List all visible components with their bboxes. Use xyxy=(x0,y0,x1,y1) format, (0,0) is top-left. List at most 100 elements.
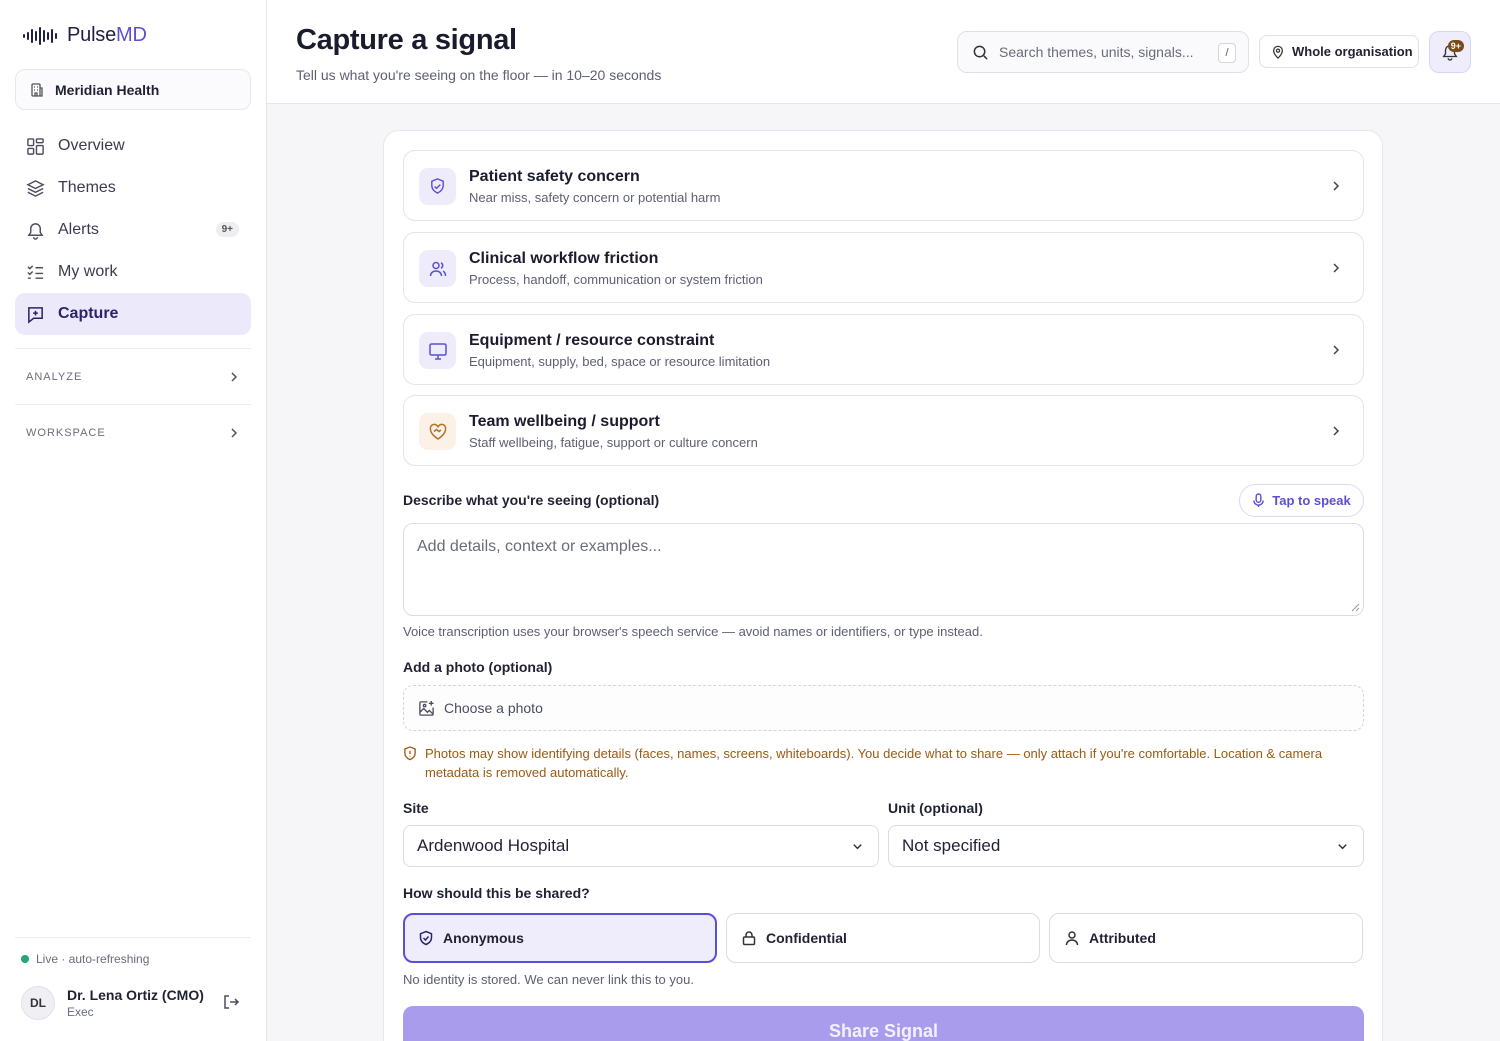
share-option-confidential[interactable]: Confidential xyxy=(726,913,1040,963)
chevron-right-icon xyxy=(231,371,238,382)
share-signal-button[interactable]: Share Signal xyxy=(403,1006,1364,1041)
share-option-label: Attributed xyxy=(1089,930,1156,946)
chevron-right-icon xyxy=(1333,263,1340,273)
unit-value: Not specified xyxy=(902,836,1001,855)
chevron-right-icon xyxy=(1333,181,1340,191)
site-select[interactable]: Ardenwood Hospital xyxy=(403,825,879,867)
sidebar-item-alerts[interactable]: Alerts 9+ xyxy=(15,209,251,251)
grid-icon xyxy=(27,137,44,155)
sidebar-item-label: Overview xyxy=(58,137,125,154)
describe-label: Describe what you're seeing (optional) xyxy=(403,492,660,508)
category-team-wellbeing[interactable]: Team wellbeing / support Staff wellbeing… xyxy=(403,395,1364,466)
live-status: Live · auto-refreshing xyxy=(15,937,251,966)
sidebar-item-my-work[interactable]: My work xyxy=(15,251,251,293)
choose-photo-label: Choose a photo xyxy=(444,700,543,716)
photo-privacy-warning: Photos may show identifying details (fac… xyxy=(403,744,1364,782)
sidebar-item-label: Capture xyxy=(58,305,119,322)
sidebar-section-workspace[interactable]: WORKSPACE xyxy=(15,404,251,460)
notifications-badge: 9+ xyxy=(1447,40,1464,52)
unit-label: Unit (optional) xyxy=(888,800,983,816)
user-profile[interactable]: DL Dr. Lena Ortiz (CMO) Exec xyxy=(21,983,246,1023)
scope-selector[interactable]: Whole organisation xyxy=(1259,35,1419,68)
chevron-down-icon xyxy=(1338,844,1347,850)
microphone-icon xyxy=(1253,493,1265,507)
user-icon xyxy=(1065,931,1079,946)
image-plus-icon xyxy=(419,700,434,716)
app-logo[interactable]: PulseMD xyxy=(22,24,147,47)
category-title: Team wellbeing / support xyxy=(469,413,660,430)
sidebar-item-themes[interactable]: Themes xyxy=(15,167,251,209)
category-equipment-constraint[interactable]: Equipment / resource constraint Equipmen… xyxy=(403,314,1364,385)
sidebar-section-analyze[interactable]: ANALYZE xyxy=(15,348,251,404)
section-label: WORKSPACE xyxy=(26,426,106,439)
organization-switcher[interactable]: Meridian Health xyxy=(15,69,251,110)
live-dot-icon xyxy=(21,955,29,963)
share-option-attributed[interactable]: Attributed xyxy=(1049,913,1363,963)
category-description: Near miss, safety concern or potential h… xyxy=(469,190,721,205)
tap-to-speak-label: Tap to speak xyxy=(1272,493,1351,508)
tap-to-speak-button[interactable]: Tap to speak xyxy=(1239,484,1364,517)
category-description: Staff wellbeing, fatigue, support or cul… xyxy=(469,435,758,450)
share-option-label: Anonymous xyxy=(443,930,524,946)
chevron-right-icon xyxy=(1333,426,1340,436)
sidebar-item-label: Alerts xyxy=(58,221,99,238)
category-icon-wrap xyxy=(419,413,456,450)
category-title: Equipment / resource constraint xyxy=(469,332,715,349)
share-hint: No identity is stored. We can never link… xyxy=(403,972,694,987)
category-description: Process, handoff, communication or syste… xyxy=(469,272,763,287)
capture-form: Patient safety concern Near miss, safety… xyxy=(383,130,1383,1041)
photo-label: Add a photo (optional) xyxy=(403,659,553,675)
map-pin-icon xyxy=(1273,45,1283,59)
avatar: DL xyxy=(21,986,55,1020)
notifications-button[interactable]: 9+ xyxy=(1429,31,1471,73)
search-icon xyxy=(973,45,988,60)
checklist-icon xyxy=(27,264,44,279)
sidebar-item-overview[interactable]: Overview xyxy=(15,125,251,167)
sidebar: PulseMD Meridian Health Overview Themes … xyxy=(0,0,267,1041)
live-status-text: Live · auto-refreshing xyxy=(36,952,150,966)
category-patient-safety[interactable]: Patient safety concern Near miss, safety… xyxy=(403,150,1364,221)
user-name: Dr. Lena Ortiz (CMO) xyxy=(67,987,204,1003)
category-workflow-friction[interactable]: Clinical workflow friction Process, hand… xyxy=(403,232,1364,303)
lock-icon xyxy=(742,931,756,946)
chevron-down-icon xyxy=(853,844,862,850)
layers-icon xyxy=(26,179,45,197)
page-header: Capture a signal Tell us what you're see… xyxy=(267,0,1500,104)
category-icon-wrap xyxy=(419,332,456,369)
alerts-count-badge: 9+ xyxy=(215,222,239,237)
page-title: Capture a signal xyxy=(296,24,517,56)
page-subtitle: Tell us what you're seeing on the floor … xyxy=(296,67,662,83)
logout-button[interactable] xyxy=(222,993,240,1011)
alert-shield-icon xyxy=(404,746,416,761)
sidebar-item-label: My work xyxy=(58,263,118,280)
share-label: How should this be shared? xyxy=(403,885,590,901)
resize-grip-icon[interactable] xyxy=(1351,603,1360,612)
scope-label: Whole organisation xyxy=(1292,44,1413,59)
logo-text: PulseMD xyxy=(67,24,147,46)
users-icon xyxy=(429,261,446,276)
sidebar-item-label: Themes xyxy=(58,179,116,196)
sidebar-item-capture[interactable]: Capture xyxy=(15,293,251,335)
share-option-anonymous[interactable]: Anonymous xyxy=(403,913,717,963)
unit-select[interactable]: Not specified xyxy=(888,825,1364,867)
category-title: Patient safety concern xyxy=(469,168,640,185)
description-textarea[interactable]: Add details, context or examples... xyxy=(403,523,1364,616)
site-value: Ardenwood Hospital xyxy=(417,836,570,855)
search-shortcut-key: / xyxy=(1218,43,1236,63)
shield-icon xyxy=(419,930,433,946)
site-label: Site xyxy=(403,800,429,816)
shield-check-icon xyxy=(431,178,444,194)
building-icon xyxy=(31,82,43,97)
search-input[interactable]: Search themes, units, signals... / xyxy=(957,31,1249,73)
category-title: Clinical workflow friction xyxy=(469,250,659,267)
organization-name: Meridian Health xyxy=(55,81,160,98)
heart-handshake-icon xyxy=(429,423,446,440)
voice-hint: Voice transcription uses your browser's … xyxy=(403,624,983,639)
choose-photo-button[interactable]: Choose a photo xyxy=(403,685,1364,731)
category-icon-wrap xyxy=(419,168,456,205)
share-option-label: Confidential xyxy=(766,930,847,946)
waveform-icon xyxy=(23,26,57,45)
logout-icon xyxy=(224,995,240,1009)
category-icon-wrap xyxy=(419,250,456,287)
section-label: ANALYZE xyxy=(26,370,83,383)
